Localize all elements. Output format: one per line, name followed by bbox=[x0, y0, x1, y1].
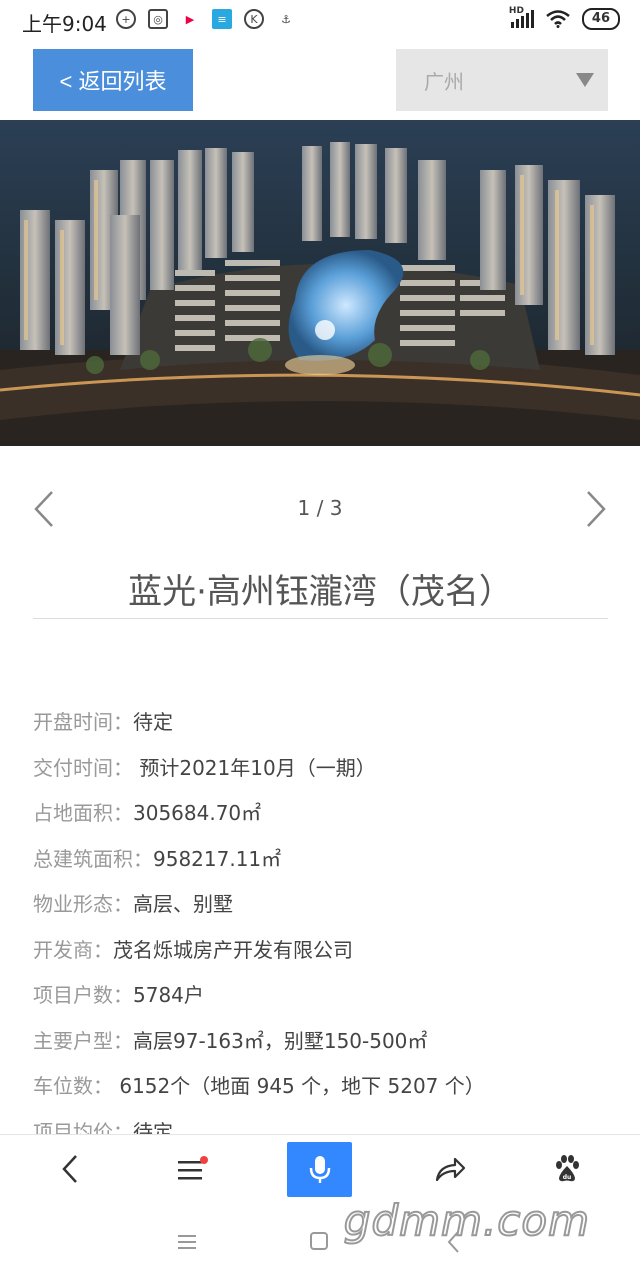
info-row: 交付时间： 预计2021年10月（一期） bbox=[33, 752, 613, 798]
info-row: 主要户型：高层97-163㎡，别墅150-500㎡ bbox=[33, 1025, 613, 1071]
menu-button[interactable] bbox=[162, 1135, 222, 1203]
info-value: 6152个（地面 945 个，地下 5207 个） bbox=[113, 1074, 485, 1098]
info-label: 交付时间： bbox=[33, 755, 133, 780]
info-row: 项目均价：待定 bbox=[33, 1116, 613, 1135]
document-app-icon: ≡ bbox=[212, 9, 232, 29]
status-app-icons: + ◎ ▶ ≡ K ⚓ bbox=[116, 9, 296, 29]
home-icon[interactable] bbox=[308, 1230, 332, 1254]
info-value: 305684.70㎡ bbox=[133, 801, 262, 825]
info-value: 958217.11㎡ bbox=[153, 846, 282, 871]
app-notification-icon: + bbox=[116, 9, 136, 29]
info-value: 预计2021年10月（一期） bbox=[133, 755, 376, 780]
info-row: 物业形态：高层、别墅 bbox=[33, 888, 613, 934]
menu-icon bbox=[178, 1156, 208, 1180]
anchor-app-icon: ⚓ bbox=[281, 12, 291, 26]
baidu-paw-icon: du bbox=[556, 1155, 579, 1182]
svg-text:du: du bbox=[563, 1174, 572, 1181]
network-type: HD bbox=[508, 6, 524, 16]
city-select-value: 广州 bbox=[424, 69, 464, 94]
info-label: 项目户数： bbox=[33, 983, 133, 1007]
info-value: 待定 bbox=[133, 1119, 173, 1135]
image-pager: 1 / 3 bbox=[0, 486, 640, 534]
info-row: 开盘时间：待定 bbox=[33, 706, 613, 752]
status-time: 上午9:04 bbox=[22, 12, 107, 36]
info-label: 占地面积： bbox=[33, 801, 133, 825]
title-divider bbox=[33, 618, 608, 619]
page-header: < 返回列表 广州 bbox=[0, 40, 640, 120]
info-row: 车位数： 6152个（地面 945 个，地下 5207 个） bbox=[33, 1070, 613, 1116]
info-label: 车位数： bbox=[33, 1074, 113, 1098]
back-button[interactable] bbox=[40, 1135, 100, 1203]
info-label: 项目均价： bbox=[33, 1119, 133, 1135]
battery-level: 46 bbox=[581, 8, 620, 30]
share-button[interactable] bbox=[420, 1135, 480, 1203]
signal-icon: HD bbox=[509, 6, 534, 28]
baidu-home-button[interactable]: du bbox=[537, 1135, 597, 1203]
info-value: 高层97-163㎡，别墅150-500㎡ bbox=[133, 1028, 428, 1053]
info-label: 物业形态： bbox=[33, 892, 133, 916]
video-app-icon: ▶ bbox=[185, 12, 195, 26]
watermark: gdmm.com bbox=[343, 1195, 590, 1246]
back-to-list-button[interactable]: < 返回列表 bbox=[33, 49, 193, 111]
browser-toolbar: du bbox=[0, 1134, 640, 1203]
info-label: 总建筑面积： bbox=[33, 846, 153, 871]
app-notification-icon: ◎ bbox=[148, 9, 168, 29]
share-icon bbox=[435, 1157, 466, 1182]
info-value: 5784户 bbox=[133, 983, 204, 1007]
info-value: 茂名烁城房产开发有限公司 bbox=[113, 937, 353, 962]
info-row: 项目户数：5784户 bbox=[33, 979, 613, 1025]
info-value: 高层、别墅 bbox=[133, 892, 233, 916]
recents-icon[interactable] bbox=[176, 1232, 200, 1252]
chevron-right-icon[interactable] bbox=[580, 488, 610, 530]
info-row: 占地面积：305684.70㎡ bbox=[33, 797, 613, 843]
project-hero-image bbox=[0, 120, 640, 446]
info-row: 开发商：茂名烁城房产开发有限公司 bbox=[33, 934, 613, 980]
status-indicators: HD 46 bbox=[509, 6, 620, 30]
city-select[interactable]: 广州 bbox=[396, 49, 608, 111]
info-label: 开发商： bbox=[33, 937, 113, 962]
info-label: 开盘时间： bbox=[33, 710, 133, 734]
wifi-icon bbox=[546, 10, 570, 28]
project-info-list: 开盘时间：待定 交付时间： 预计2021年10月（一期） 占地面积：305684… bbox=[33, 706, 613, 1134]
hero-illustration bbox=[0, 120, 640, 446]
status-bar: 上午9:04 + ◎ ▶ ≡ K ⚓ HD 46 bbox=[0, 0, 640, 40]
pager-count: 1 / 3 bbox=[297, 496, 343, 520]
project-title: 蓝光·高州钰瀧湾（茂名） bbox=[128, 572, 513, 612]
info-label: 主要户型： bbox=[33, 1028, 133, 1053]
voice-search-button[interactable] bbox=[287, 1142, 352, 1197]
dropdown-arrow-icon bbox=[576, 73, 594, 87]
info-value: 待定 bbox=[133, 710, 173, 734]
mic-icon bbox=[309, 1155, 330, 1183]
info-row: 总建筑面积：958217.11㎡ bbox=[33, 843, 613, 889]
k-app-icon: K bbox=[244, 9, 264, 29]
back-arrow-icon bbox=[62, 1155, 77, 1183]
